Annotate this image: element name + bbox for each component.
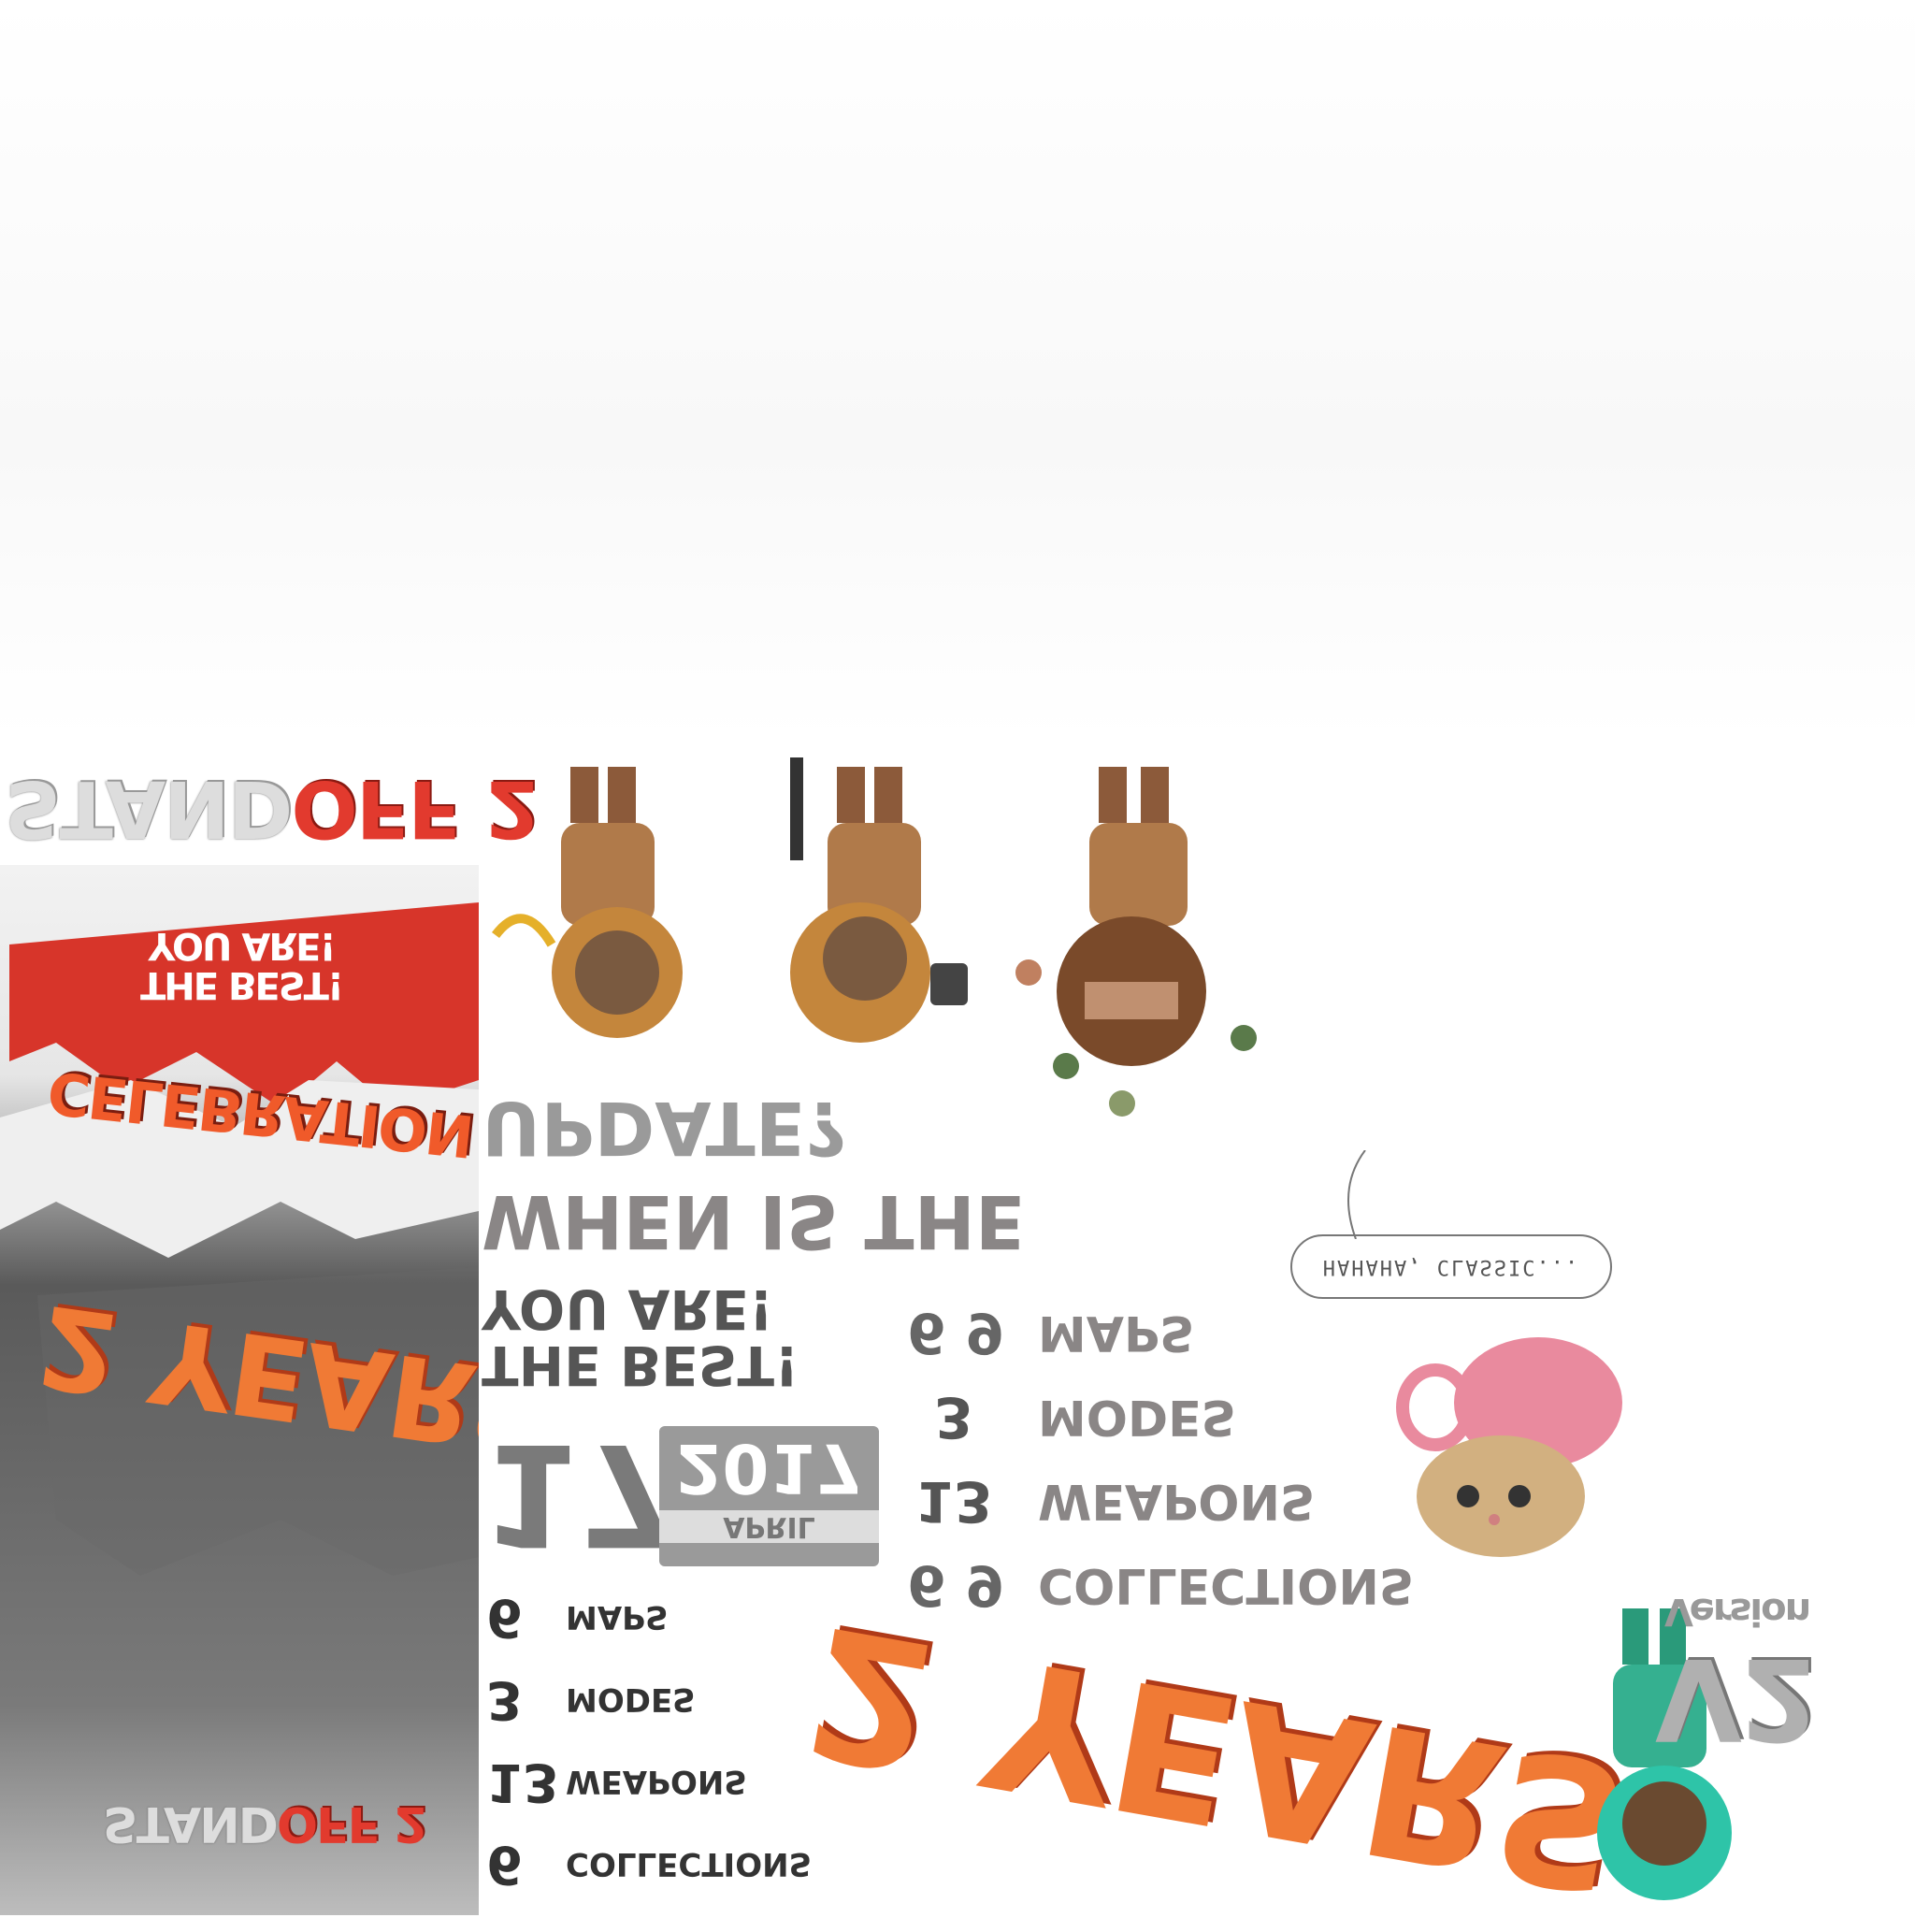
stat-right-row: 3 MODES [934, 1384, 1237, 1449]
cat-cup-image [1393, 1328, 1627, 1571]
poster-banner-text: THE BEST! YOU ARE! [140, 924, 343, 1006]
stats-right: 6 9 MAPS 3 MODES 13 WEAPONS 6 9 COLLECTI… [907, 1290, 1414, 1627]
stat-left-row: 6 COLLECTIONS [486, 1833, 813, 1895]
stats-left: 6 MAPS 3 MODES 13 WEAPONS 6 COLLECTIONS [486, 1576, 812, 1905]
stat-right-row: 6 9 MAPS [907, 1300, 1195, 1365]
poster-banner-line1: THE BEST! [140, 963, 343, 1006]
poster: THE BEST! YOU ARE! CELEBRATION 2 YEARS S… [0, 865, 479, 1915]
stat-right-row: 13 WEAPONS [914, 1468, 1316, 1534]
character-2 [748, 757, 991, 1085]
headline-update: UPDATE? [482, 1085, 848, 1169]
date-day: 17 [482, 1412, 677, 1575]
poster-logo: STANDOFF 2 [103, 1795, 426, 1852]
character-3 [1010, 757, 1300, 1132]
poster-banner-line2: YOU ARE! [148, 924, 335, 967]
big-years: 2 YEARS [792, 1585, 1641, 1932]
stat-left-row: 6 MAPS [486, 1586, 669, 1648]
headline: UPDATE? [482, 1085, 847, 1169]
logo-top: STANDOFF 2 [5, 762, 538, 856]
logo-top-stand: STAND [5, 763, 292, 855]
speech-bubble: HAHAHA, CLASSIC... [1290, 1234, 1612, 1299]
version-badge: Version V2 [1655, 1590, 1817, 1763]
top-faded-area [0, 0, 1915, 739]
speech-bubble-tail [1347, 1150, 1366, 1239]
stat-left-row: 3 MODES [486, 1668, 696, 1730]
stat-left-row: 13 WEAPONS [486, 1751, 747, 1812]
headline-when: WHEN IS THE [482, 1178, 1026, 1262]
date-box: 2017 APRIL [659, 1426, 879, 1566]
headline-best: THE BEST! YOU ARE! [482, 1277, 799, 1397]
character-1 [477, 757, 720, 1085]
